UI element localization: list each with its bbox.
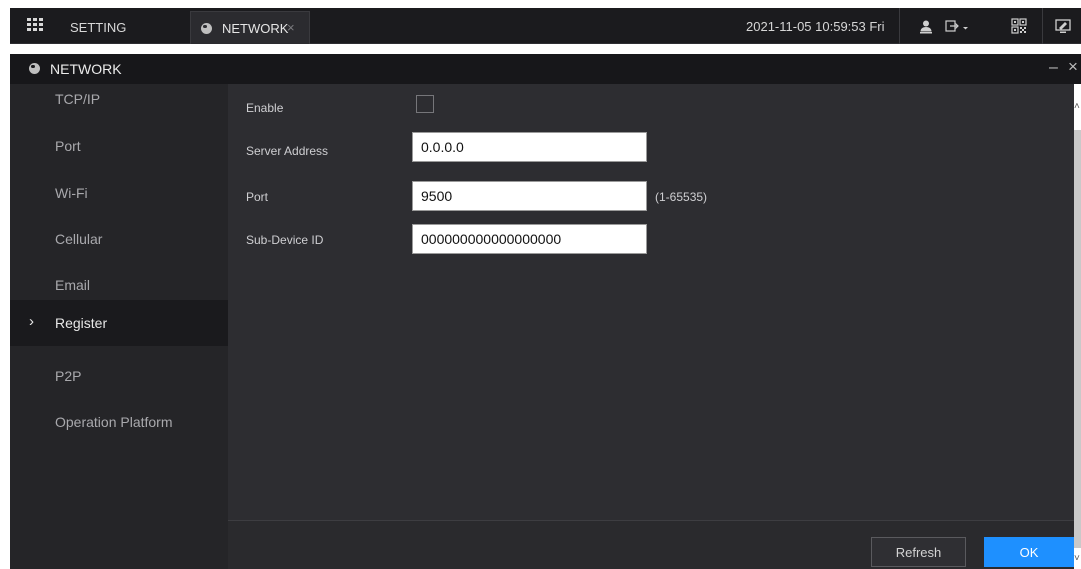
user-icon[interactable] bbox=[917, 17, 935, 35]
logout-icon[interactable] bbox=[944, 17, 970, 35]
sidebar-item-register[interactable]: › Register bbox=[10, 300, 228, 346]
server-address-input[interactable] bbox=[412, 132, 647, 162]
sidebar-item-label: Register bbox=[55, 315, 108, 331]
grid-icon[interactable] bbox=[27, 18, 43, 32]
sub-device-id-label: Sub-Device ID bbox=[246, 233, 324, 247]
window-title: NETWORK bbox=[50, 61, 122, 77]
minimize-button[interactable]: – bbox=[1049, 59, 1058, 77]
close-button[interactable]: × bbox=[1068, 57, 1078, 77]
qr-code-icon[interactable] bbox=[1010, 17, 1028, 35]
ok-button[interactable]: OK bbox=[984, 537, 1074, 567]
scrollbar[interactable]: ˄ ˅ bbox=[1074, 84, 1081, 569]
sidebar-item-p2p[interactable]: P2P bbox=[10, 353, 228, 399]
footer-bar: Refresh OK bbox=[228, 520, 1074, 569]
sidebar: TCP/IP Port Wi-Fi Cellular Email › Regis… bbox=[10, 84, 228, 569]
divider bbox=[1042, 8, 1043, 44]
tab-network[interactable]: NETWORK × bbox=[190, 11, 310, 44]
sidebar-item-operation-platform[interactable]: Operation Platform bbox=[10, 399, 228, 445]
top-bar: SETTING NETWORK × 2021-11-05 10:59:53 Fr… bbox=[10, 8, 1081, 44]
enable-checkbox[interactable] bbox=[416, 95, 434, 113]
refresh-button[interactable]: Refresh bbox=[871, 537, 966, 567]
sidebar-item-port[interactable]: Port bbox=[10, 123, 228, 169]
port-input[interactable] bbox=[412, 181, 647, 211]
port-label: Port bbox=[246, 190, 269, 204]
chevron-right-icon: › bbox=[29, 313, 34, 330]
divider bbox=[899, 8, 900, 44]
sub-device-id-input[interactable] bbox=[412, 224, 647, 254]
sidebar-item-label: Cellular bbox=[55, 231, 103, 247]
sidebar-item-wifi[interactable]: Wi-Fi bbox=[10, 170, 228, 216]
setting-menu[interactable]: SETTING bbox=[70, 20, 126, 35]
tab-label: NETWORK bbox=[222, 21, 289, 36]
port-range-hint: (1-65535) bbox=[655, 190, 708, 204]
register-form: Enable Server Address Port (1-65535) Sub… bbox=[228, 84, 1074, 520]
enable-label: Enable bbox=[246, 101, 284, 115]
monitor-icon[interactable] bbox=[1054, 17, 1072, 35]
sidebar-item-cellular[interactable]: Cellular bbox=[10, 216, 228, 262]
sidebar-item-label: Port bbox=[55, 138, 81, 154]
sidebar-item-label: Wi-Fi bbox=[55, 185, 88, 201]
scroll-up-icon[interactable]: ˄ bbox=[1074, 102, 1080, 112]
sidebar-item-label: Operation Platform bbox=[55, 414, 173, 430]
scroll-thumb[interactable] bbox=[1074, 130, 1081, 548]
sidebar-item-tcpip[interactable]: TCP/IP bbox=[10, 76, 228, 122]
server-address-label: Server Address bbox=[246, 144, 329, 158]
sidebar-item-label: P2P bbox=[55, 368, 82, 384]
sidebar-item-label: TCP/IP bbox=[55, 91, 101, 107]
sidebar-item-label: Email bbox=[55, 277, 91, 293]
globe-icon bbox=[201, 23, 212, 34]
scroll-down-icon[interactable]: ˅ bbox=[1074, 554, 1080, 564]
tab-close-icon[interactable]: × bbox=[287, 20, 295, 35]
globe-icon bbox=[29, 63, 40, 74]
datetime: 2021-11-05 10:59:53 Fri bbox=[746, 19, 885, 34]
